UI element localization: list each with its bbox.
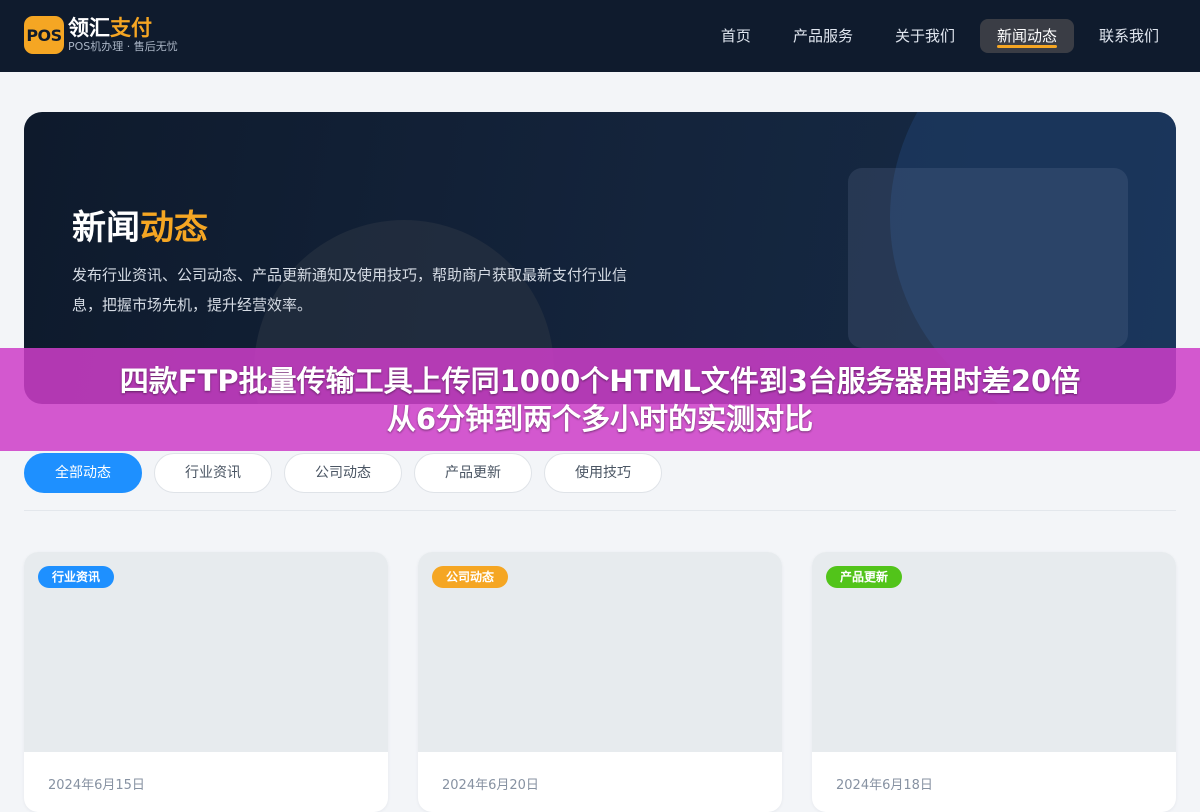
page-title: 新闻动态 (72, 200, 208, 249)
news-card-image: 行业资讯 (24, 552, 388, 752)
category-badge: 公司动态 (432, 566, 509, 588)
category-badge: 产品更新 (826, 566, 903, 588)
nav-item-home[interactable]: 首页 (704, 19, 768, 53)
news-card-date: 2024年6月18日 (836, 778, 933, 793)
news-card-date: 2024年6月15日 (48, 778, 145, 793)
news-card[interactable]: 行业资讯 2024年6月15日 (24, 552, 388, 812)
page-title-accent: 动态 (140, 208, 208, 248)
news-card[interactable]: 产品更新 2024年6月18日 (812, 552, 1176, 812)
filter-all[interactable]: 全部动态 (24, 453, 142, 493)
nav-item-products[interactable]: 产品服务 (776, 19, 870, 53)
page-title-main: 新闻 (72, 208, 140, 248)
filter-company[interactable]: 公司动态 (284, 453, 402, 493)
news-card[interactable]: 公司动态 2024年6月20日 (418, 552, 782, 812)
logo-mark-icon: POS (24, 16, 64, 54)
category-filters: 全部动态 行业资讯 公司动态 产品更新 使用技巧 (24, 453, 674, 493)
category-badge: 行业资讯 (38, 566, 115, 588)
logo[interactable]: POS 领汇支付 POS机办理 · 售后无忧 (24, 16, 178, 54)
brand-name: 领汇支付 (68, 16, 178, 40)
news-card-image: 产品更新 (812, 552, 1176, 752)
overlay-title-line-2: 从6分钟到两个多小时的实测对比 (386, 401, 814, 436)
site-header: POS 领汇支付 POS机办理 · 售后无忧 首页 产品服务 关于我们 新闻动态… (0, 0, 1200, 72)
brand-name-main: 领汇 (68, 16, 110, 40)
filter-industry[interactable]: 行业资讯 (154, 453, 272, 493)
news-card-image: 公司动态 (418, 552, 782, 752)
filter-product[interactable]: 产品更新 (414, 453, 532, 493)
article-title-overlay: 四款FTP批量传输工具上传同1000个HTML文件到3台服务器用时差20倍 从6… (0, 348, 1200, 451)
main-nav: 首页 产品服务 关于我们 新闻动态 联系我们 (696, 19, 1176, 53)
filter-tips[interactable]: 使用技巧 (544, 453, 662, 493)
nav-item-about[interactable]: 关于我们 (878, 19, 972, 53)
divider (24, 510, 1176, 511)
brand-tagline: POS机办理 · 售后无忧 (68, 40, 178, 53)
brand-name-accent: 支付 (110, 16, 152, 40)
logo-text: 领汇支付 POS机办理 · 售后无忧 (68, 16, 178, 54)
nav-item-news[interactable]: 新闻动态 (979, 19, 1074, 53)
news-card-grid: 行业资讯 2024年6月15日 公司动态 2024年6月20日 产品更新 202… (24, 552, 1176, 812)
overlay-title-line-1: 四款FTP批量传输工具上传同1000个HTML文件到3台服务器用时差20倍 (119, 363, 1081, 398)
hero-decoration-card (848, 168, 1128, 348)
nav-item-contact[interactable]: 联系我们 (1082, 19, 1176, 53)
news-card-date: 2024年6月20日 (442, 778, 539, 793)
page-description: 发布行业资讯、公司动态、产品更新通知及使用技巧，帮助商户获取最新支付行业信息，把… (72, 266, 628, 314)
